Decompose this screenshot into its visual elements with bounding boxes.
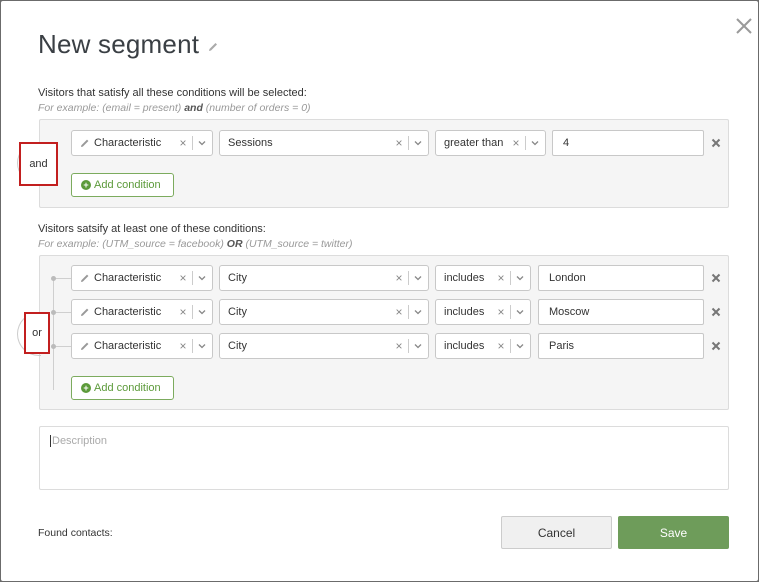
- clear-icon[interactable]: ×: [394, 136, 404, 150]
- chevron-down-icon: [516, 276, 524, 281]
- chevron-down-icon: [516, 344, 524, 349]
- add-condition-button[interactable]: + Add condition: [71, 173, 174, 197]
- clear-icon[interactable]: ×: [178, 339, 188, 353]
- condition-field-select[interactable]: City ×: [219, 299, 429, 325]
- condition-type-select[interactable]: Characteristic ×: [71, 130, 213, 156]
- and-operator-badge[interactable]: and: [19, 142, 58, 186]
- pencil-icon[interactable]: [207, 41, 219, 53]
- clear-icon[interactable]: ×: [178, 305, 188, 319]
- tree-connector: [53, 278, 54, 390]
- close-icon[interactable]: [733, 15, 755, 37]
- tree-node: [51, 344, 56, 349]
- clear-icon[interactable]: ×: [496, 305, 506, 319]
- chevron-down-icon: [414, 310, 422, 315]
- condition-value-input[interactable]: London: [538, 265, 704, 291]
- condition-field-select[interactable]: City ×: [219, 333, 429, 359]
- chevron-down-icon: [516, 310, 524, 315]
- clear-icon[interactable]: ×: [178, 136, 188, 150]
- add-condition-button[interactable]: + Add condition: [71, 376, 174, 400]
- chevron-down-icon: [414, 344, 422, 349]
- description-field[interactable]: Description: [39, 426, 729, 490]
- remove-condition-icon[interactable]: [711, 307, 721, 317]
- all-group-example: For example: (email = present) and (numb…: [38, 102, 311, 114]
- remove-condition-icon[interactable]: [711, 138, 721, 148]
- condition-type-select[interactable]: Characteristic ×: [71, 299, 213, 325]
- remove-condition-icon[interactable]: [711, 341, 721, 351]
- condition-operator-select[interactable]: includes ×: [435, 265, 531, 291]
- chevron-down-icon: [531, 141, 539, 146]
- clear-icon[interactable]: ×: [511, 136, 521, 150]
- save-button[interactable]: Save: [618, 516, 729, 549]
- condition-value-input[interactable]: Moscow: [538, 299, 704, 325]
- condition-field-select[interactable]: City ×: [219, 265, 429, 291]
- condition-field-select[interactable]: Sessions ×: [219, 130, 429, 156]
- chevron-down-icon: [198, 141, 206, 146]
- chevron-down-icon: [198, 344, 206, 349]
- condition-operator-select[interactable]: greater than ×: [435, 130, 546, 156]
- found-contacts-label: Found contacts:: [38, 527, 113, 539]
- clear-icon[interactable]: ×: [496, 271, 506, 285]
- chevron-down-icon: [198, 276, 206, 281]
- plus-icon: +: [81, 180, 91, 190]
- clear-icon[interactable]: ×: [394, 339, 404, 353]
- page-title: New segment: [38, 29, 200, 59]
- clear-icon[interactable]: ×: [496, 339, 506, 353]
- condition-operator-select[interactable]: includes ×: [435, 299, 531, 325]
- tree-node: [51, 276, 56, 281]
- chevron-down-icon: [198, 310, 206, 315]
- condition-type-select[interactable]: Characteristic ×: [71, 265, 213, 291]
- clear-icon[interactable]: ×: [394, 305, 404, 319]
- condition-value-input[interactable]: Paris: [538, 333, 704, 359]
- any-group-intro: Visitors satsify at least one of these c…: [38, 223, 266, 235]
- chevron-down-icon: [414, 141, 422, 146]
- condition-operator-select[interactable]: includes ×: [435, 333, 531, 359]
- tree-node: [51, 310, 56, 315]
- condition-type-select[interactable]: Characteristic ×: [71, 333, 213, 359]
- clear-icon[interactable]: ×: [394, 271, 404, 285]
- any-group-example: For example: (UTM_source = facebook) OR …: [38, 238, 353, 250]
- condition-value-input[interactable]: 4: [552, 130, 704, 156]
- remove-condition-icon[interactable]: [711, 273, 721, 283]
- segment-modal: New segment Visitors that satisfy all th…: [1, 1, 758, 581]
- all-group-intro: Visitors that satisfy all these conditio…: [38, 87, 307, 99]
- clear-icon[interactable]: ×: [178, 271, 188, 285]
- cancel-button[interactable]: Cancel: [501, 516, 612, 549]
- plus-icon: +: [81, 383, 91, 393]
- or-operator-badge[interactable]: or: [24, 312, 50, 354]
- chevron-down-icon: [414, 276, 422, 281]
